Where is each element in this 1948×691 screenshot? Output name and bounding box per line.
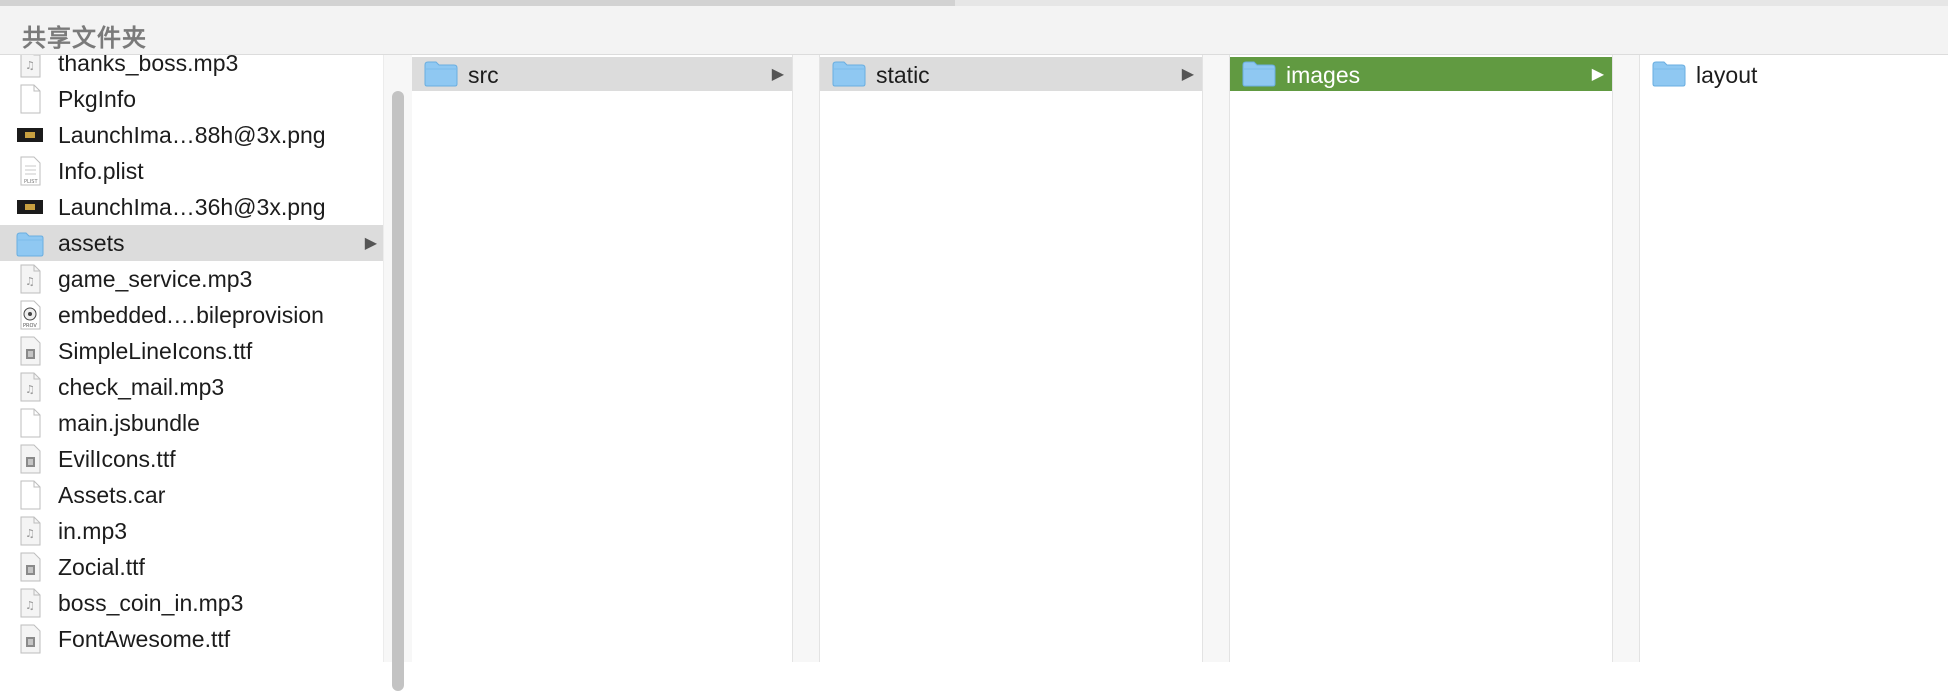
file-list-item-label: main.jsbundle <box>58 410 200 436</box>
file-list-item-label: Zocial.ttf <box>58 554 145 580</box>
file-list-item[interactable]: FontAwesome.ttf <box>0 621 383 657</box>
scrollbar[interactable] <box>383 55 413 691</box>
plist-file-icon: PLIST <box>16 156 44 186</box>
file-list-item[interactable]: PkgInfo <box>0 81 383 117</box>
file-list: ♫ thanks_boss.mp3 PkgInfo LaunchIma…88h@3x.… <box>0 55 383 657</box>
file-list-item-label: LaunchIma…88h@3x.png <box>58 122 326 148</box>
disclosure-arrow-icon: ▶ <box>364 235 377 252</box>
column-1[interactable]: src ▶ <box>412 55 792 662</box>
file-list-item[interactable]: LaunchIma…36h@3x.png <box>0 189 383 225</box>
column-item-images[interactable]: images ▶ <box>1230 57 1612 91</box>
folder-icon <box>16 228 44 258</box>
folder-icon <box>424 61 458 87</box>
file-list-item-label: game_service.mp3 <box>58 266 253 292</box>
file-list-item[interactable]: Zocial.ttf <box>0 549 383 585</box>
column-divider[interactable] <box>792 55 820 662</box>
file-list-item[interactable]: LaunchIma…88h@3x.png <box>0 117 383 153</box>
font-file-icon <box>16 552 44 582</box>
file-list-item-label: LaunchIma…36h@3x.png <box>58 194 326 220</box>
audio-file-icon: ♫ <box>16 264 44 294</box>
column-item-label: static <box>876 62 930 88</box>
blank-file-icon <box>16 480 44 510</box>
file-list-item[interactable]: ♫ boss_coin_in.mp3 <box>0 585 383 621</box>
file-list-item-label: boss_coin_in.mp3 <box>58 590 244 616</box>
column-item-src[interactable]: src ▶ <box>412 57 792 91</box>
file-list-item-label: embedded.…bileprovision <box>58 302 324 328</box>
file-list-item-label: FontAwesome.ttf <box>58 626 231 652</box>
column-item-label: layout <box>1696 62 1758 88</box>
file-list-item-label: in.mp3 <box>58 518 128 544</box>
disclosure-arrow-icon: ▶ <box>771 66 784 83</box>
svg-text:♫: ♫ <box>25 527 35 540</box>
column-item-label: images <box>1286 62 1361 88</box>
column-item-layout[interactable]: layout <box>1640 57 1948 91</box>
image-file-icon <box>16 192 44 222</box>
provision-file-icon: PROV <box>16 300 44 330</box>
folder-icon <box>832 61 866 87</box>
file-list-item-label: assets <box>58 230 125 256</box>
file-list-item-label: check_mail.mp3 <box>58 374 225 400</box>
section-header[interactable]: 共享文件夹 <box>0 6 1948 55</box>
section-title: 共享文件夹 <box>22 25 147 52</box>
file-list-item[interactable]: ♫ thanks_boss.mp3 <box>0 55 383 81</box>
folder-icon <box>1242 61 1276 87</box>
column-4[interactable]: layout <box>1640 55 1948 662</box>
font-file-icon <box>16 336 44 366</box>
audio-file-icon: ♫ <box>16 588 44 618</box>
svg-text:♫: ♫ <box>25 383 35 396</box>
disclosure-arrow-icon: ▶ <box>1591 66 1604 83</box>
file-list-item[interactable]: ♫ game_service.mp3 <box>0 261 383 297</box>
file-list-item[interactable]: EvilIcons.ttf <box>0 441 383 477</box>
svg-text:♫: ♫ <box>25 599 35 612</box>
file-list-item[interactable]: main.jsbundle <box>0 405 383 441</box>
column-divider[interactable] <box>1612 55 1640 662</box>
file-list-item-label: Assets.car <box>58 482 166 508</box>
file-list-item[interactable]: ♫ check_mail.mp3 <box>0 369 383 405</box>
file-list-item-label: PkgInfo <box>58 86 136 112</box>
audio-file-icon: ♫ <box>16 516 44 546</box>
svg-text:♫: ♫ <box>25 275 35 288</box>
folder-icon <box>1652 61 1686 87</box>
file-list-item[interactable]: ♫ in.mp3 <box>0 513 383 549</box>
column-divider[interactable] <box>1202 55 1230 662</box>
audio-file-icon: ♫ <box>16 55 44 78</box>
column-item-static[interactable]: static ▶ <box>820 57 1202 91</box>
disclosure-arrow-icon: ▶ <box>1181 66 1194 83</box>
image-file-icon <box>16 120 44 150</box>
file-list-item-label: SimpleLineIcons.ttf <box>58 338 253 364</box>
scrollbar-thumb[interactable] <box>392 91 404 691</box>
svg-text:PROV: PROV <box>23 323 37 329</box>
svg-text:♫: ♫ <box>25 59 35 72</box>
file-list-item[interactable]: SimpleLineIcons.ttf <box>0 333 383 369</box>
file-list-item-label: thanks_boss.mp3 <box>58 55 239 76</box>
svg-text:PLIST: PLIST <box>24 179 38 185</box>
file-list-item[interactable]: PROV embedded.…bileprovision <box>0 297 383 333</box>
file-list-pane[interactable]: ♫ thanks_boss.mp3 PkgInfo LaunchIma…88h@3x.… <box>0 55 383 662</box>
font-file-icon <box>16 624 44 654</box>
blank-file-icon <box>16 408 44 438</box>
column-item-label: src <box>468 62 499 88</box>
file-list-item-label: Info.plist <box>58 158 144 184</box>
file-list-item[interactable]: Assets.car <box>0 477 383 513</box>
file-list-item[interactable]: assets ▶ <box>0 225 383 261</box>
column-2[interactable]: static ▶ <box>820 55 1202 662</box>
audio-file-icon: ♫ <box>16 372 44 402</box>
font-file-icon <box>16 444 44 474</box>
file-list-item-label: EvilIcons.ttf <box>58 446 176 472</box>
file-list-item[interactable]: PLIST Info.plist <box>0 153 383 189</box>
column-3[interactable]: images ▶ <box>1230 55 1612 662</box>
blank-file-icon <box>16 84 44 114</box>
